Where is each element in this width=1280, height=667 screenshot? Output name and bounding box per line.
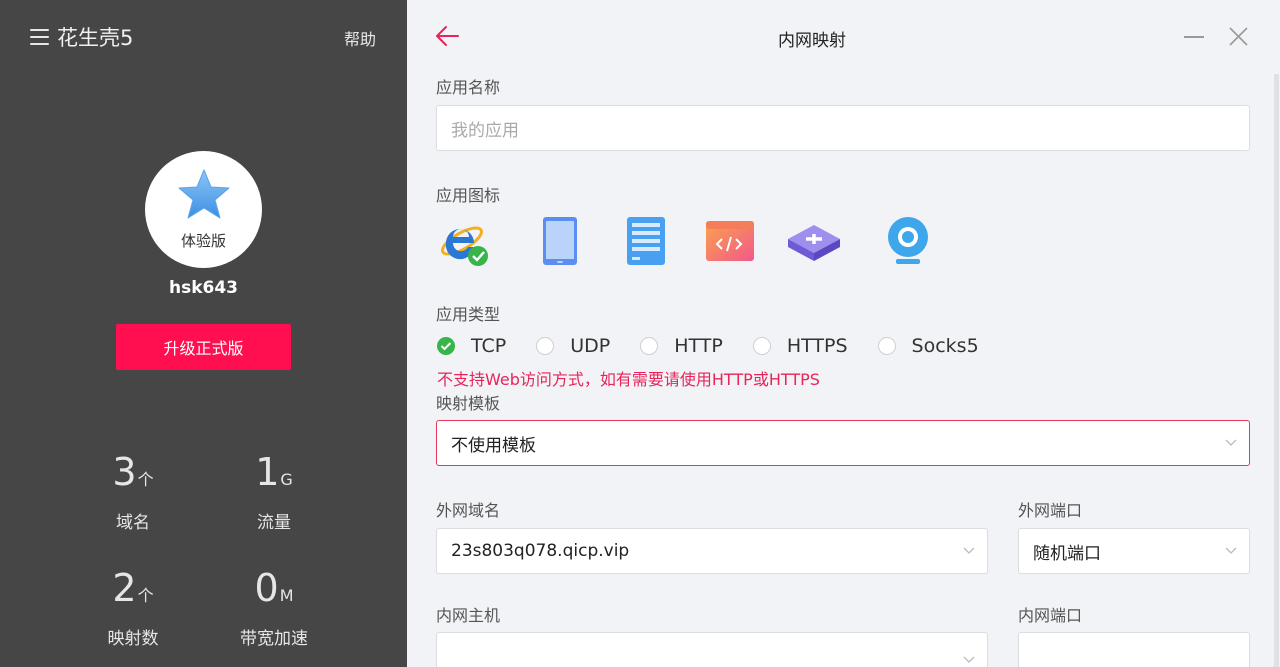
sidebar-header: 花生壳5 bbox=[30, 22, 133, 52]
app-type-radio-group: TCP UDP HTTP HTTPS Socks5 bbox=[437, 335, 979, 357]
host-label: 内网主机 bbox=[436, 606, 501, 625]
stat-label: 带宽加速 bbox=[240, 629, 308, 649]
account-level-badge: 体验版 bbox=[180, 232, 226, 250]
app-icon-picker bbox=[436, 213, 956, 269]
type-warning: 不支持Web访问方式，如有需要请使用HTTP或HTTPS bbox=[437, 370, 820, 389]
internal-port-input[interactable] bbox=[1018, 632, 1250, 667]
radio-udp[interactable]: UDP bbox=[536, 335, 610, 357]
stat-unit: G bbox=[280, 470, 293, 489]
app-icon-label: 应用图标 bbox=[436, 186, 501, 205]
server-icon[interactable] bbox=[617, 213, 673, 269]
template-label: 映射模板 bbox=[436, 394, 501, 413]
stat-domains[interactable]: 3个 域名 bbox=[73, 452, 193, 533]
browser-icon[interactable] bbox=[436, 213, 492, 269]
radio-tcp[interactable]: TCP bbox=[437, 335, 506, 357]
radio-label: Socks5 bbox=[911, 335, 979, 357]
router-icon[interactable] bbox=[786, 213, 842, 269]
app-name-input[interactable]: 我的应用 bbox=[436, 105, 1250, 151]
radio-unchecked-icon bbox=[752, 337, 771, 355]
radio-unchecked-icon bbox=[536, 337, 555, 355]
app-type-label: 应用类型 bbox=[436, 305, 501, 324]
stat-label: 流量 bbox=[257, 513, 291, 533]
radio-checked-icon bbox=[437, 337, 455, 355]
stat-unit: M bbox=[279, 586, 294, 605]
app-name-placeholder: 我的应用 bbox=[451, 120, 519, 141]
stat-value: 1 bbox=[255, 450, 280, 494]
username: hsk643 bbox=[168, 278, 238, 298]
external-port-select[interactable]: 随机端口 bbox=[1018, 528, 1250, 574]
help-link[interactable]: 帮助 bbox=[344, 26, 376, 50]
stat-label: 映射数 bbox=[107, 629, 159, 649]
domain-label: 外网域名 bbox=[436, 501, 501, 520]
chevron-down-icon bbox=[963, 656, 975, 663]
radio-https[interactable]: HTTPS bbox=[752, 335, 848, 357]
stat-value: 0 bbox=[254, 566, 279, 610]
close-icon[interactable] bbox=[1229, 27, 1248, 46]
chevron-down-icon bbox=[1225, 439, 1237, 446]
page-title: 内网映射 bbox=[778, 31, 846, 51]
app-name-label: 应用名称 bbox=[436, 78, 501, 97]
main-panel: 内网映射 应用名称 我的应用 应用图标 应用类型 TCP UDP HTTP HT… bbox=[407, 0, 1280, 667]
chevron-down-icon bbox=[963, 547, 975, 554]
stat-traffic[interactable]: 1G 流量 bbox=[214, 452, 334, 533]
template-value: 不使用模板 bbox=[451, 435, 536, 456]
avatar[interactable]: 体验版 bbox=[145, 151, 262, 268]
app-name: 花生壳5 bbox=[57, 26, 134, 50]
sidebar: 花生壳5 帮助 体验版 hsk643 升级正式版 3个 域名 1G 流量 2个 … bbox=[0, 0, 407, 667]
radio-label: HTTP bbox=[674, 335, 723, 357]
stat-unit: 个 bbox=[137, 470, 154, 489]
code-icon[interactable] bbox=[701, 213, 757, 269]
chevron-down-icon bbox=[1225, 547, 1237, 554]
radio-http[interactable]: HTTP bbox=[640, 335, 723, 357]
radio-label: HTTPS bbox=[786, 335, 848, 357]
radio-label: TCP bbox=[471, 335, 507, 357]
stat-bandwidth[interactable]: 0M 带宽加速 bbox=[214, 568, 334, 649]
tablet-icon[interactable] bbox=[531, 213, 587, 269]
radio-label: UDP bbox=[570, 335, 611, 357]
template-select[interactable]: 不使用模板 bbox=[436, 420, 1250, 466]
webcam-icon[interactable] bbox=[880, 213, 936, 269]
stat-value: 3 bbox=[112, 450, 137, 494]
menu-icon[interactable] bbox=[30, 29, 49, 45]
external-port-value: 随机端口 bbox=[1033, 543, 1101, 564]
stat-value: 2 bbox=[112, 566, 137, 610]
radio-unchecked-icon bbox=[877, 337, 896, 355]
external-port-label: 外网端口 bbox=[1018, 501, 1083, 520]
internal-port-label: 内网端口 bbox=[1018, 606, 1083, 625]
host-select[interactable] bbox=[436, 632, 988, 667]
domain-value: 23s803q078.qicp.vip bbox=[451, 541, 630, 561]
star-icon bbox=[178, 169, 230, 219]
radio-socks5[interactable]: Socks5 bbox=[877, 335, 979, 357]
radio-unchecked-icon bbox=[640, 337, 659, 355]
stat-mappings[interactable]: 2个 映射数 bbox=[73, 568, 193, 649]
minimize-icon[interactable] bbox=[1184, 36, 1204, 38]
upgrade-button[interactable]: 升级正式版 bbox=[116, 324, 291, 370]
domain-select[interactable]: 23s803q078.qicp.vip bbox=[436, 528, 988, 574]
stat-unit: 个 bbox=[137, 586, 154, 605]
scrollbar[interactable] bbox=[1274, 74, 1279, 667]
stat-label: 域名 bbox=[116, 513, 150, 533]
